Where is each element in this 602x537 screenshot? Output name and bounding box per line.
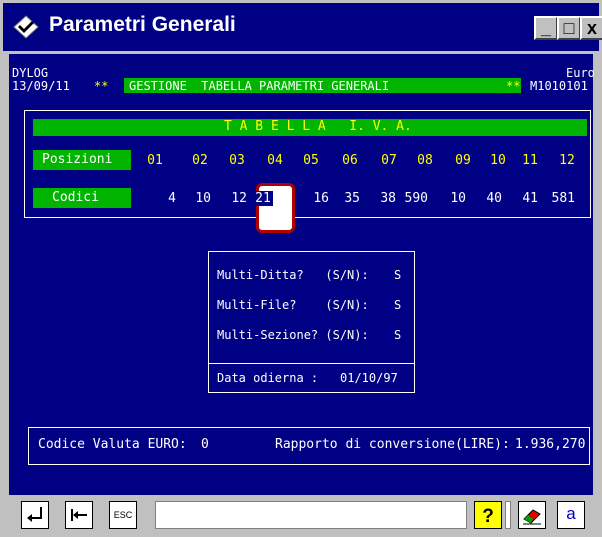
position-12: 12	[559, 153, 575, 168]
position-04: 04	[267, 153, 283, 168]
codice-valuta-label: Codice Valuta EURO:	[38, 437, 187, 452]
program-code: M1010101	[530, 79, 588, 93]
code-input-05[interactable]: 16	[295, 191, 329, 206]
rapporto-label: Rapporto di conversione(LIRE):	[275, 437, 510, 452]
program-title: GESTIONE TABELLA PARAMETRI GENERALI	[129, 79, 390, 93]
help-question-icon[interactable]: ?	[474, 501, 502, 529]
company-name: DYLOG	[12, 66, 49, 80]
esc-button[interactable]: ESC	[109, 501, 137, 529]
position-05: 05	[303, 153, 319, 168]
multi-sezione-label: Multi-Sezione? (S/N):	[217, 328, 369, 342]
data-odierna-value[interactable]: 01/10/97	[340, 371, 398, 385]
header-date: 13/09/11	[12, 79, 70, 93]
code-input-12[interactable]: 581	[541, 191, 575, 206]
codes-label: Codici	[52, 190, 99, 205]
code-input-02[interactable]: 10	[177, 191, 211, 206]
options-divider	[208, 363, 415, 364]
rapporto-value[interactable]: 1.936,270	[515, 438, 585, 452]
multi-ditta-value[interactable]: S	[394, 268, 401, 282]
svg-text:?: ?	[482, 506, 494, 527]
positions-label: Posizioni	[42, 152, 113, 167]
multi-file-label: Multi-File? (S/N):	[217, 298, 369, 312]
terminal-screen: DYLOG 13/09/11 Euro M1010101 ** GESTIONE…	[9, 54, 595, 495]
multi-sezione-value[interactable]: S	[394, 328, 401, 342]
position-03: 03	[229, 153, 245, 168]
position-09: 09	[455, 153, 471, 168]
header-stars-right: **	[506, 79, 521, 93]
maximize-button[interactable]: □	[557, 16, 581, 40]
title-bar[interactable]: Parametri Generali _ □ x	[3, 3, 602, 51]
enter-key-icon[interactable]	[21, 501, 49, 529]
status-separator	[505, 501, 511, 529]
code-input-09[interactable]: 10	[432, 191, 466, 206]
codice-valuta-value[interactable]: 0	[201, 438, 209, 452]
iva-table-title: T A B E L L A I. V. A.	[224, 119, 412, 134]
code-input-11[interactable]: 41	[504, 191, 538, 206]
position-10: 10	[490, 153, 506, 168]
multi-file-value[interactable]: S	[394, 298, 401, 312]
font-settings-button[interactable]: a	[557, 501, 585, 529]
close-button[interactable]: x	[580, 16, 602, 40]
window-title: Parametri Generali	[49, 13, 236, 36]
position-08: 08	[417, 153, 433, 168]
app-diamond-icon	[13, 15, 39, 39]
code-input-10[interactable]: 40	[468, 191, 502, 206]
code-input-06[interactable]: 35	[326, 191, 360, 206]
multi-ditta-label: Multi-Ditta? (S/N):	[217, 268, 369, 282]
code-input-04[interactable]: 21	[253, 191, 273, 206]
position-02: 02	[192, 153, 208, 168]
code-input-07[interactable]: 38	[362, 191, 396, 206]
position-01: 01	[147, 153, 163, 168]
status-message-field	[155, 501, 467, 529]
data-odierna-label: Data odierna :	[217, 371, 319, 385]
position-06: 06	[342, 153, 358, 168]
eraser-icon[interactable]	[518, 501, 546, 529]
position-11: 11	[522, 153, 538, 168]
application-window: Parametri Generali _ □ x DYLOG 13/09/11 …	[0, 0, 602, 537]
header-stars-left: **	[94, 79, 109, 93]
code-input-03[interactable]: 12	[213, 191, 247, 206]
code-input-01[interactable]: 4	[142, 191, 176, 206]
status-bar: ESC ? a	[9, 497, 593, 533]
minimize-button[interactable]: _	[534, 16, 558, 40]
currency-label: Euro	[566, 66, 595, 80]
code-input-08[interactable]: 590	[394, 191, 428, 206]
tab-back-icon[interactable]	[65, 501, 93, 529]
position-07: 07	[381, 153, 397, 168]
